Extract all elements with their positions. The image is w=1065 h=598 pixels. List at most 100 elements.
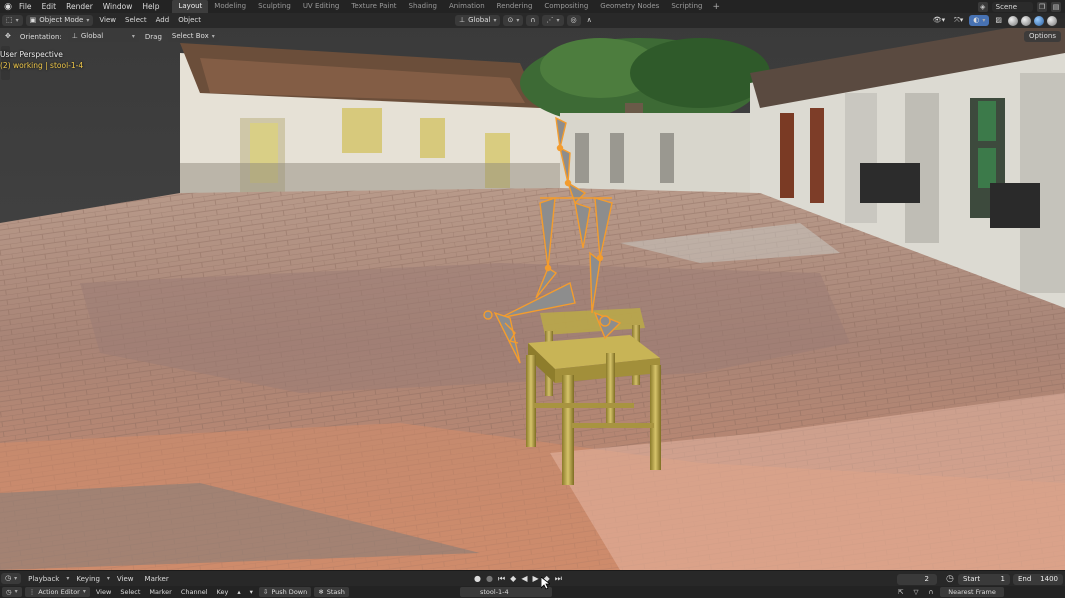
- xray-icon[interactable]: ▨: [992, 15, 1005, 26]
- dopesheet-icon: ◷: [6, 588, 12, 596]
- tab-compositing[interactable]: Compositing: [538, 0, 594, 13]
- timeline-editor-type[interactable]: ◷ ▾: [1, 573, 22, 584]
- prev-keyframe-icon[interactable]: ◆: [510, 574, 516, 584]
- chevron-down-icon: ▾: [14, 588, 18, 595]
- chevron-down-icon: ▾: [211, 33, 215, 40]
- mode-selector[interactable]: ▣ Object Mode ▾: [25, 15, 94, 26]
- only-selected-icon[interactable]: ⇱: [895, 588, 906, 596]
- menu-playback[interactable]: Playback: [24, 575, 63, 583]
- filter-icon[interactable]: ▽: [910, 588, 921, 596]
- pivot-point-button[interactable]: ⊙ ▾: [503, 15, 524, 26]
- orientation-icon: ⊥: [71, 32, 78, 40]
- tab-geometry-nodes[interactable]: Geometry Nodes: [594, 0, 665, 13]
- active-tool-icon[interactable]: ✥: [2, 31, 14, 42]
- editor-type-button[interactable]: ⬚ ▾: [2, 15, 23, 26]
- tab-modeling[interactable]: Modeling: [208, 0, 252, 13]
- transform-orientation-label: Global: [468, 16, 491, 24]
- arrow-up-icon[interactable]: ▴: [234, 588, 243, 596]
- play-icon[interactable]: ▶: [532, 574, 538, 584]
- end-frame-field[interactable]: End 1400: [1013, 574, 1063, 585]
- menu-marker[interactable]: Marker: [141, 575, 173, 583]
- scene-render: [0, 13, 1065, 570]
- visibility-icon[interactable]: 👁▾: [930, 15, 948, 26]
- snap-icon[interactable]: ∩: [925, 588, 936, 596]
- menu-timeline-view[interactable]: View: [113, 575, 138, 583]
- action-editor-mode-selector[interactable]: ⋮ Action Editor ▾: [24, 587, 90, 597]
- overlays-button[interactable]: ◐ ▾: [969, 15, 990, 26]
- current-frame-field[interactable]: 2: [897, 574, 937, 585]
- menu-file[interactable]: File: [14, 0, 37, 13]
- 3d-viewport[interactable]: [0, 13, 1065, 570]
- orientation-value: Global: [80, 32, 104, 40]
- proportional-edit-toggle[interactable]: ◎: [566, 15, 581, 26]
- drag-selector[interactable]: Select Box ▾: [167, 31, 219, 42]
- tab-shading[interactable]: Shading: [403, 0, 443, 13]
- tab-sculpting[interactable]: Sculpting: [252, 0, 297, 13]
- blender-logo-icon[interactable]: ◉: [2, 1, 14, 13]
- options-button[interactable]: Options: [1023, 31, 1061, 42]
- snapping-selector[interactable]: Nearest Frame: [940, 587, 1004, 597]
- wireframe-shading-icon[interactable]: [1008, 15, 1018, 26]
- record-icon[interactable]: ●: [474, 574, 481, 584]
- menu-render[interactable]: Render: [61, 0, 98, 13]
- start-frame-field[interactable]: Start 1: [958, 574, 1010, 585]
- menu-edit[interactable]: Edit: [37, 0, 62, 13]
- tab-rendering[interactable]: Rendering: [491, 0, 539, 13]
- scene-selector[interactable]: Scene: [991, 1, 1033, 12]
- menu-help[interactable]: Help: [137, 0, 164, 13]
- chevron-down-icon: ▾: [556, 17, 560, 24]
- menu-ae-select[interactable]: Select: [117, 588, 143, 596]
- scene-icon[interactable]: ◈: [977, 1, 988, 12]
- menu-ae-key[interactable]: Key: [214, 588, 232, 596]
- chevron-down-icon: ▾: [982, 17, 986, 24]
- orientation-label: Orientation:: [19, 32, 62, 41]
- menu-ae-marker[interactable]: Marker: [146, 588, 174, 596]
- falloff-icon[interactable]: ∧: [584, 15, 595, 26]
- push-down-button[interactable]: ⇩ Push Down: [258, 587, 312, 597]
- stash-label: Stash: [326, 588, 345, 596]
- menu-view[interactable]: View: [96, 15, 119, 26]
- jump-start-icon[interactable]: ⏮: [498, 574, 505, 584]
- snap-toggle[interactable]: ∩: [526, 15, 540, 26]
- mode-label: Object Mode: [39, 16, 84, 24]
- menu-ae-view[interactable]: View: [93, 588, 114, 596]
- tab-animation[interactable]: Animation: [443, 0, 491, 13]
- menu-select[interactable]: Select: [122, 15, 150, 26]
- chevron-down-icon: ▾: [66, 575, 70, 582]
- tab-scripting[interactable]: Scripting: [665, 0, 708, 13]
- transform-orientation-selector[interactable]: ⊥ Global ▾: [455, 15, 501, 26]
- menu-ae-channel[interactable]: Channel: [178, 588, 211, 596]
- arrow-down-icon[interactable]: ▾: [247, 588, 256, 596]
- tool-settings-header: ✥ Orientation: ⊥ Global ▾ Drag Select Box ▾: [0, 28, 1065, 45]
- solid-shading-icon[interactable]: [1021, 15, 1031, 26]
- action-icon: ⋮: [28, 588, 36, 596]
- chevron-down-icon: ▾: [493, 17, 497, 24]
- preview-range-icon[interactable]: ◷: [946, 574, 954, 585]
- gizmo-icon[interactable]: ⤧▾: [951, 15, 966, 26]
- tab-layout[interactable]: Layout: [172, 0, 209, 13]
- jump-end-icon[interactable]: ⏭: [555, 574, 562, 584]
- view-layer-icon[interactable]: ▤: [1051, 1, 1061, 12]
- stash-button[interactable]: ❄ Stash: [314, 587, 349, 597]
- snap-target-button[interactable]: ⋰ ▾: [542, 15, 564, 26]
- dopesheet-editor-type[interactable]: ◷ ▾: [2, 587, 22, 597]
- auto-key-icon[interactable]: ●: [486, 574, 493, 584]
- tab-uv-editing[interactable]: UV Editing: [297, 0, 346, 13]
- action-name-field[interactable]: stool-1-4: [460, 587, 552, 597]
- editor-type-icon: ⬚: [6, 16, 13, 24]
- material-preview-shading-icon[interactable]: [1034, 15, 1044, 26]
- orientation-selector[interactable]: ⊥ Global ▾: [67, 31, 139, 42]
- menu-add[interactable]: Add: [153, 15, 173, 26]
- add-workspace-button[interactable]: +: [708, 2, 724, 12]
- end-value: 1400: [1040, 575, 1058, 583]
- magnet-icon: ∩: [530, 16, 536, 24]
- play-reverse-icon[interactable]: ◀: [521, 574, 527, 584]
- menu-object[interactable]: Object: [175, 15, 204, 26]
- rendered-shading-icon[interactable]: [1047, 15, 1057, 26]
- menu-keying[interactable]: Keying: [72, 575, 104, 583]
- menu-window[interactable]: Window: [98, 0, 138, 13]
- new-scene-icon[interactable]: ❐: [1037, 1, 1047, 12]
- tab-texture-paint[interactable]: Texture Paint: [345, 0, 402, 13]
- end-label: End: [1018, 575, 1032, 583]
- view-perspective-label: User Perspective: [0, 50, 63, 59]
